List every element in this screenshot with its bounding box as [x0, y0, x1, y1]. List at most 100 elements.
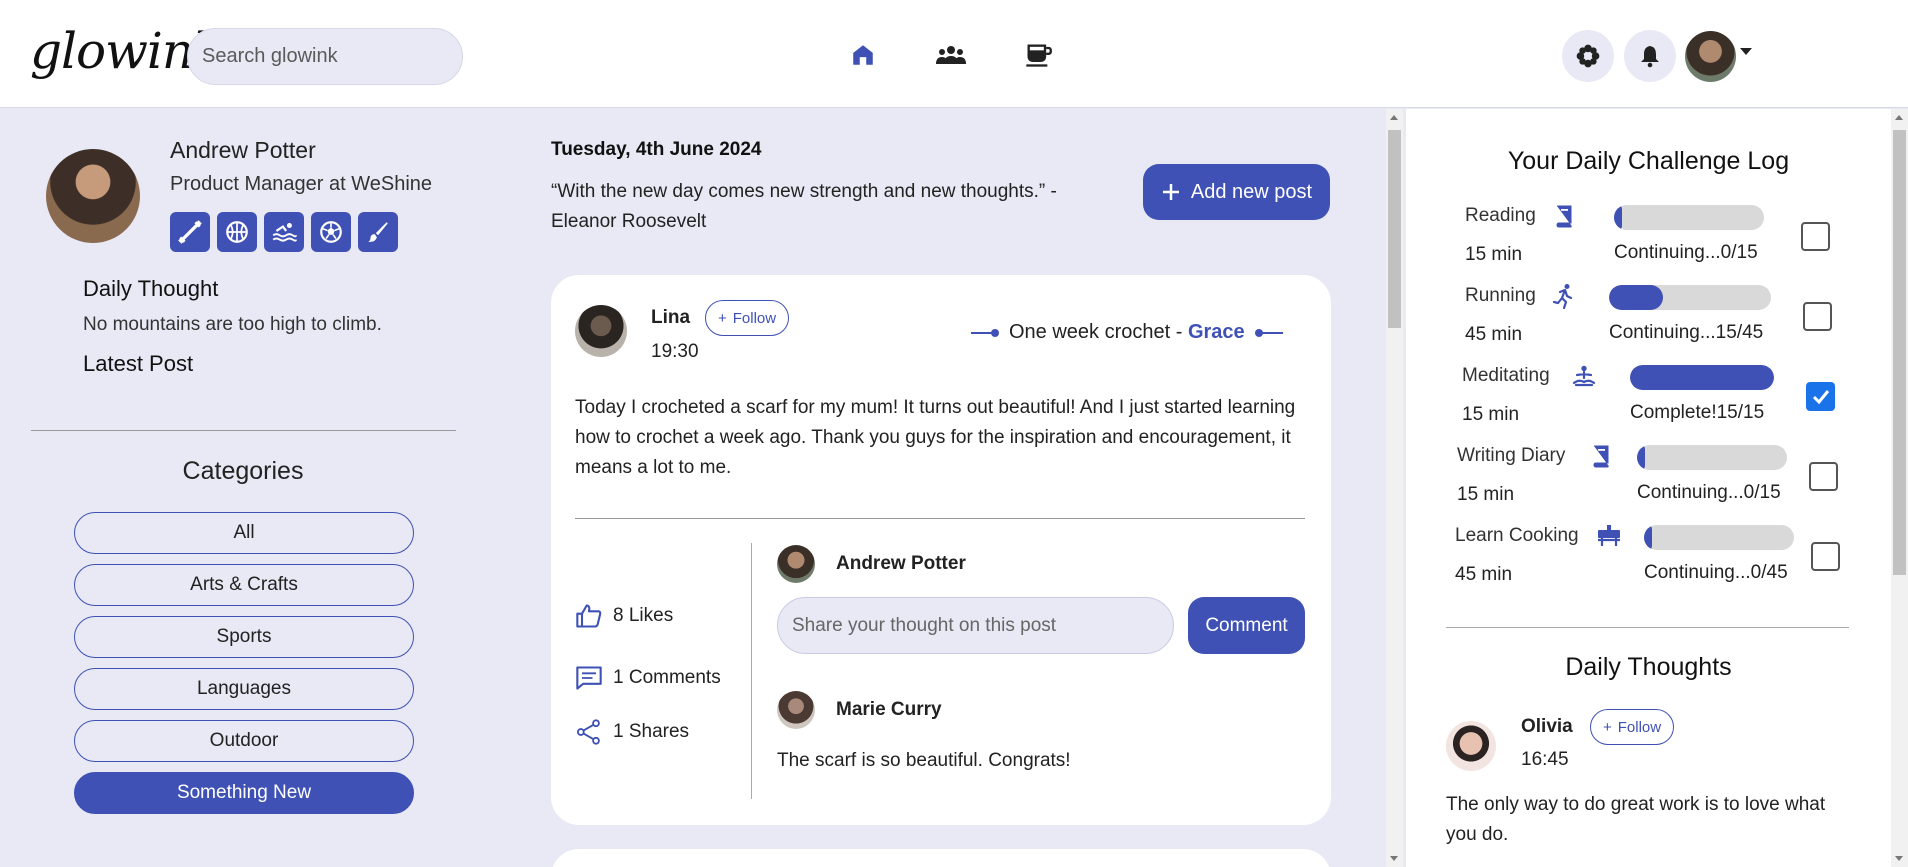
- add-post-label: Add new post: [1190, 180, 1313, 203]
- divider: [575, 518, 1305, 519]
- commenter-name[interactable]: Marie Curry: [836, 699, 942, 721]
- challenge-progress-bar: [1637, 445, 1787, 470]
- current-user-avatar: [777, 545, 815, 583]
- next-post-card: [551, 849, 1331, 867]
- chevron-down-icon[interactable]: [1740, 48, 1752, 55]
- plus-icon: +: [718, 309, 727, 327]
- challenge-checkbox[interactable]: [1803, 302, 1832, 331]
- home-icon[interactable]: [846, 38, 880, 72]
- scroll-up-icon[interactable]: [1390, 115, 1398, 120]
- challenge-checkbox[interactable]: [1806, 382, 1835, 411]
- profile-role: Product Manager at WeShine: [170, 173, 433, 195]
- comments-button[interactable]: 1 Comments: [575, 664, 721, 692]
- hobby-badges: [170, 212, 398, 252]
- search-input[interactable]: [187, 28, 463, 85]
- scrollbar-thumb[interactable]: [1893, 130, 1906, 575]
- challenge-owner[interactable]: Grace: [1188, 321, 1245, 343]
- share-icon: [576, 719, 600, 745]
- daily-thought-text: No mountains are too high to climb.: [83, 314, 382, 335]
- scroll-down-icon[interactable]: [1895, 856, 1903, 861]
- category-arts-crafts[interactable]: Arts & Crafts: [74, 564, 414, 606]
- post-author-name[interactable]: Lina: [651, 307, 690, 329]
- running-icon: [1551, 283, 1577, 309]
- comment-text: The scarf is so beautiful. Congrats!: [777, 750, 1071, 771]
- feed-date: Tuesday, 4th June 2024: [551, 139, 762, 160]
- feed-scrollbar[interactable]: [1386, 109, 1403, 867]
- challenge-progress-bar: [1614, 205, 1764, 230]
- category-sports[interactable]: Sports: [74, 616, 414, 658]
- challenge-title: One week crochet -: [1009, 321, 1188, 343]
- follow-button[interactable]: + Follow: [705, 300, 790, 336]
- challenge-status: Continuing...0/15: [1637, 482, 1781, 503]
- coffee-cup-icon[interactable]: [1021, 38, 1055, 72]
- challenge-progress-bar: [1644, 525, 1794, 550]
- challenge-name: Reading: [1465, 205, 1536, 226]
- divider: [751, 543, 752, 799]
- scroll-up-icon[interactable]: [1895, 115, 1903, 120]
- follow-label: Follow: [732, 309, 777, 327]
- plus-icon: +: [1603, 718, 1612, 736]
- swimming-icon[interactable]: [264, 212, 304, 252]
- category-all[interactable]: All: [74, 512, 414, 554]
- profile-name[interactable]: Andrew Potter: [170, 137, 316, 164]
- comments-count: 1 Comments: [613, 667, 721, 688]
- latest-post-label: Latest Post: [83, 351, 194, 376]
- category-languages[interactable]: Languages: [74, 668, 414, 710]
- challenge-checkbox[interactable]: [1801, 222, 1830, 251]
- bell-icon[interactable]: [1624, 30, 1676, 82]
- groups-icon[interactable]: [934, 38, 968, 72]
- thought-text: The only way to do great work is to love…: [1446, 794, 1826, 845]
- challenge-duration: 45 min: [1465, 324, 1523, 345]
- follow-button[interactable]: + Follow: [1590, 709, 1675, 745]
- post-time: 19:30: [651, 341, 699, 362]
- current-user-name: Andrew Potter: [836, 553, 966, 574]
- share-button[interactable]: 1 Shares: [575, 718, 689, 746]
- soccer-ball-icon[interactable]: [311, 212, 351, 252]
- comment-input[interactable]: [777, 597, 1174, 654]
- thought-author-name[interactable]: Olivia: [1521, 716, 1573, 738]
- thumbs-up-icon: [576, 604, 602, 628]
- user-avatar[interactable]: [1685, 31, 1736, 82]
- post-author-avatar[interactable]: [575, 305, 627, 357]
- thought-author-avatar[interactable]: [1446, 721, 1496, 771]
- daily-thoughts-title: Daily Thoughts: [1565, 653, 1732, 681]
- meditation-icon: [1571, 363, 1597, 389]
- challenge-tag[interactable]: One week crochet - Grace: [971, 321, 1283, 344]
- right-scrollbar[interactable]: [1891, 109, 1908, 867]
- scrollbar-thumb[interactable]: [1388, 130, 1401, 328]
- category-outdoor[interactable]: Outdoor: [74, 720, 414, 762]
- categories-title: Categories: [182, 457, 304, 485]
- challenge-checkbox[interactable]: [1809, 462, 1838, 491]
- follow-label: Follow: [1617, 718, 1662, 736]
- basketball-icon[interactable]: [217, 212, 257, 252]
- scroll-down-icon[interactable]: [1390, 856, 1398, 861]
- post-card: Lina + Follow 19:30 One week crochet - G…: [551, 275, 1331, 825]
- category-something-new[interactable]: Something New: [74, 772, 414, 814]
- challenge-progress-bar: [1609, 285, 1771, 310]
- challenge-status: Continuing...15/45: [1609, 322, 1764, 343]
- book-icon: [1588, 443, 1614, 469]
- divider: [31, 430, 456, 431]
- challenge-checkbox[interactable]: [1811, 542, 1840, 571]
- challenge-duration: 15 min: [1465, 244, 1523, 265]
- add-post-button[interactable]: Add new post: [1143, 164, 1330, 220]
- apps-icon[interactable]: [1562, 30, 1614, 82]
- feed-quote: “With the new day comes new strength and…: [551, 181, 1057, 232]
- main-feed: Tuesday, 4th June 2024 “With the new day…: [486, 109, 1386, 867]
- like-button[interactable]: 8 Likes: [575, 602, 673, 630]
- challenge-name: Learn Cooking: [1455, 525, 1579, 546]
- likes-count: 8 Likes: [613, 605, 674, 626]
- paintbrush-icon[interactable]: [358, 212, 398, 252]
- dumbbell-icon[interactable]: [170, 212, 210, 252]
- top-bar: glowink: [0, 0, 1908, 108]
- challenge-status: Continuing...0/15: [1614, 242, 1758, 263]
- progress-fill: [1644, 525, 1652, 550]
- comment-button[interactable]: Comment: [1188, 597, 1305, 654]
- challenge-name: Writing Diary: [1457, 445, 1566, 466]
- challenge-status: Continuing...0/45: [1644, 562, 1788, 583]
- right-sidebar: Your Daily Challenge Log Reading 15 min …: [1406, 109, 1891, 867]
- commenter-avatar[interactable]: [777, 691, 815, 729]
- profile-avatar[interactable]: [46, 149, 140, 243]
- challenge-duration: 15 min: [1457, 484, 1515, 505]
- challenge-name: Running: [1465, 285, 1536, 306]
